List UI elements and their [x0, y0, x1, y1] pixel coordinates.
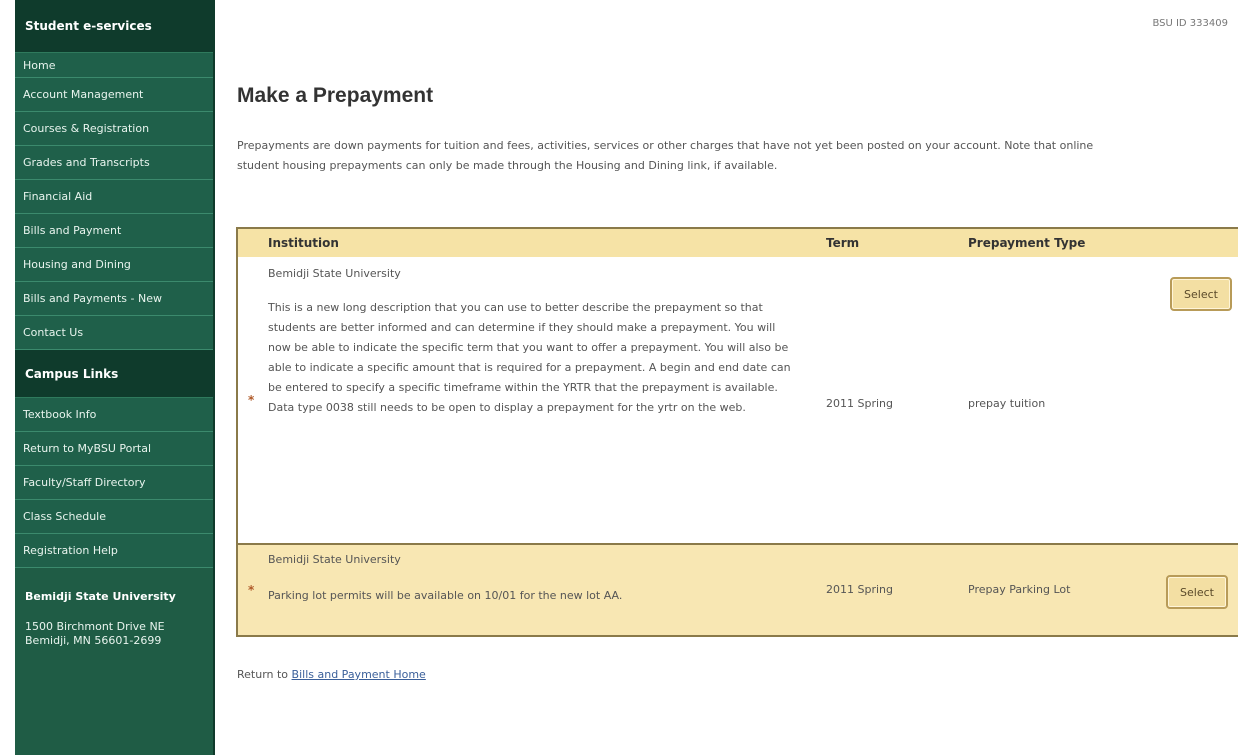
campus-link-class-schedule[interactable]: Class Schedule — [15, 500, 213, 534]
row-type: Prepay Parking Lot — [968, 583, 1071, 596]
prepayment-table: Institution Term Prepayment Type Bemidji… — [236, 227, 1238, 637]
campus-link-textbook[interactable]: Textbook Info — [15, 398, 213, 432]
campus-links-header: Campus Links — [15, 350, 213, 398]
col-header-type: Prepayment Type — [968, 236, 1086, 250]
intro-text: Prepayments are down payments for tuitio… — [237, 139, 1094, 172]
col-header-term: Term — [826, 236, 860, 250]
row-type: prepay tuition — [968, 397, 1046, 410]
select-button[interactable]: Select — [1166, 575, 1228, 609]
row-marker: * — [248, 583, 255, 597]
sidebar-item-bills-payment[interactable]: Bills and Payment — [15, 214, 213, 248]
table-header: Institution Term Prepayment Type — [238, 229, 1238, 258]
sidebar-item-grades-transcripts[interactable]: Grades and Transcripts — [15, 146, 213, 180]
row-term: 2011 Spring — [826, 583, 893, 596]
student-id: BSU ID 333409 — [1152, 18, 1228, 29]
row-term: 2011 Spring — [826, 397, 893, 410]
page-title: Make a Prepayment — [237, 84, 434, 107]
sidebar-nav: Student e-services Home Account Manageme… — [15, 0, 215, 755]
row-description: This is a new long description that you … — [268, 301, 791, 414]
col-header-institution: Institution — [268, 236, 339, 250]
select-button[interactable]: Select — [1170, 277, 1232, 311]
campus-link-portal[interactable]: Return to MyBSU Portal — [15, 432, 213, 466]
sidebar-item-account-management[interactable]: Account Management — [15, 78, 213, 112]
sidebar-header: Student e-services — [15, 0, 213, 53]
institution-name: Bemidji State University — [25, 590, 176, 603]
return-link-row: Return to Bills and Payment Home — [237, 668, 426, 681]
return-prefix: Return to — [237, 668, 289, 681]
campus-link-directory[interactable]: Faculty/Staff Directory — [15, 466, 213, 500]
sidebar-item-housing-dining[interactable]: Housing and Dining — [15, 248, 213, 282]
sidebar-item-courses-registration[interactable]: Courses & Registration — [15, 112, 213, 146]
sidebar-item-home[interactable]: Home — [15, 53, 213, 78]
address-block: Bemidji State University 1500 Birchmont … — [15, 568, 213, 662]
table-row: Bemidji State University * Parking lot p… — [238, 545, 1238, 635]
table-row: Bemidji State University This is a new l… — [238, 257, 1238, 545]
row-marker: * — [248, 393, 255, 407]
sidebar-item-bills-payments-new[interactable]: Bills and Payments - New — [15, 282, 213, 316]
address-line1: 1500 Birchmont Drive NE — [25, 620, 165, 633]
sidebar-item-financial-aid[interactable]: Financial Aid — [15, 180, 213, 214]
row-institution: Bemidji State University — [268, 267, 401, 280]
address-line2: Bemidji, MN 56601-2699 — [25, 634, 162, 647]
row-description: Parking lot permits will be available on… — [268, 589, 623, 602]
row-institution: Bemidji State University — [268, 553, 401, 566]
campus-link-registration-help[interactable]: Registration Help — [15, 534, 213, 568]
bills-payment-home-link[interactable]: Bills and Payment Home — [292, 668, 426, 681]
sidebar-item-contact-us[interactable]: Contact Us — [15, 316, 213, 350]
